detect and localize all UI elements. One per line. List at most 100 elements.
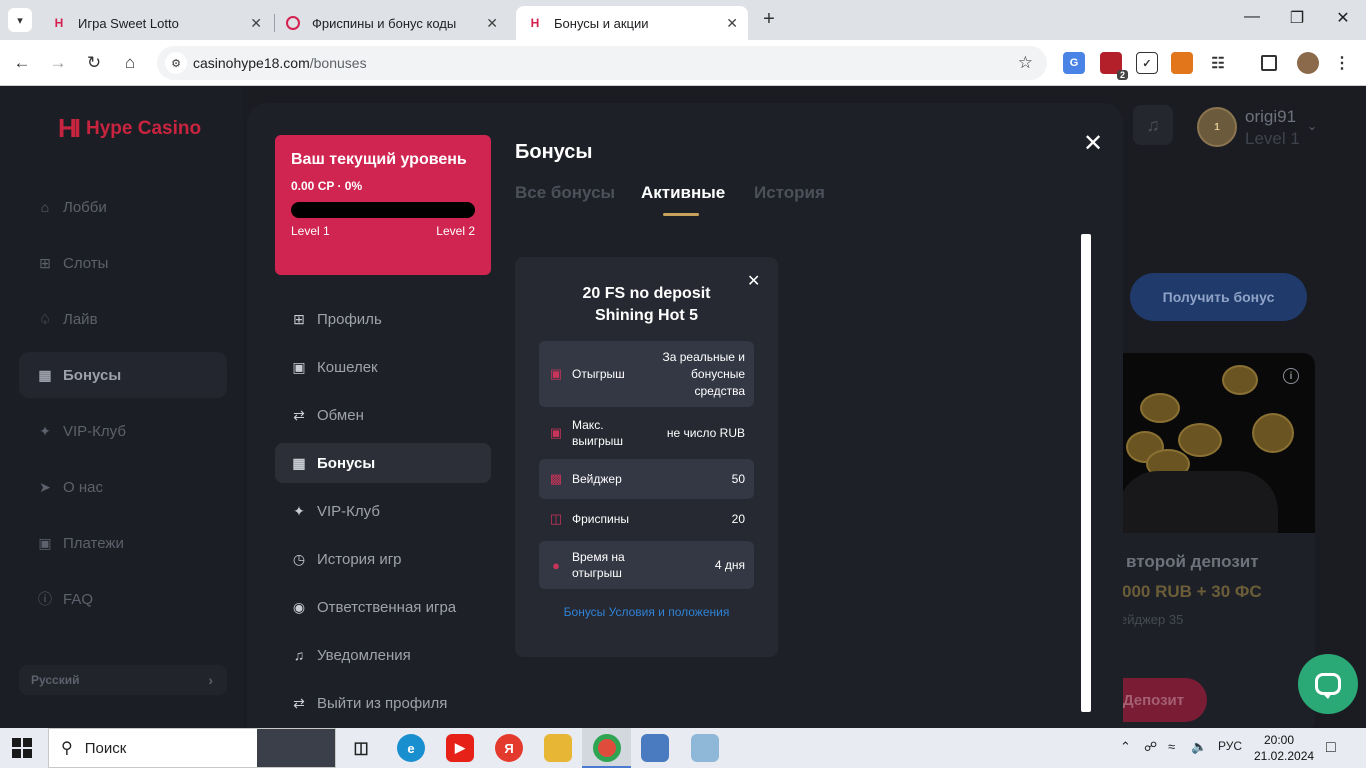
restore-button[interactable]: ❐ [1287, 8, 1307, 28]
browser-tab-freespins[interactable]: Фриспины и бонус коды ✕ [274, 6, 508, 40]
get-bonus-button[interactable]: Получить бонус [1130, 273, 1307, 321]
side-panel-icon[interactable] [1261, 55, 1277, 71]
sidebar-item-bonuses[interactable]: ▦ Бонусы [19, 352, 227, 398]
user-avatar[interactable]: 1 [1197, 107, 1237, 147]
active-tab-indicator [663, 213, 699, 216]
promo-card[interactable] [1112, 353, 1315, 728]
logo[interactable]: HI Hype Casino [58, 113, 201, 144]
hype-casino-favicon: H [530, 16, 540, 30]
chat-support-button[interactable] [1298, 654, 1358, 714]
bell-icon: ♫ [293, 647, 305, 663]
notification-center-icon[interactable]: □ [1326, 739, 1336, 757]
sidebar-item-slots[interactable]: ⊞ Слоты [19, 240, 227, 286]
menu-item-wallet[interactable]: ▣ Кошелек [275, 347, 491, 387]
menu-item-notifications[interactable]: ♫ Уведомления [275, 635, 491, 675]
sidebar-item-about[interactable]: ➤ О нас [19, 464, 227, 510]
menu-item-responsible-gaming[interactable]: ◉ Ответственная игра [275, 587, 491, 627]
remote-desktop-icon[interactable] [641, 734, 669, 762]
menu-item-exchange[interactable]: ⇄ Обмен [275, 395, 491, 435]
edge-browser-icon[interactable]: e [397, 734, 425, 762]
browser-tab-sweet-lotto[interactable]: H Игра Sweet Lotto ✕ [40, 6, 272, 40]
url-host: casinohype18.com [193, 55, 310, 71]
bonus-row-max-win: ▣ Макс. выигрыш не число RUB [539, 413, 754, 453]
sidebar-item-vip[interactable]: ✦ VIP-Клуб [19, 408, 227, 454]
yandex-icon[interactable]: Я [495, 734, 523, 762]
extensions-puzzle-icon[interactable]: ☷ [1207, 52, 1229, 74]
volume-icon[interactable]: 🔈 [1191, 739, 1207, 755]
tray-network-icon[interactable]: ☍ [1144, 739, 1157, 755]
close-tab-icon[interactable]: ✕ [250, 15, 262, 32]
sidebar: HI Hype Casino ⌂ Лобби ⊞ Слоты ♤ Лайв ▦ Бону… [0, 87, 243, 728]
windows-start-icon[interactable] [12, 738, 32, 758]
menu-item-label: Уведомления [317, 646, 411, 664]
level-progress-bar [291, 202, 475, 218]
chevron-down-icon[interactable]: ⌄ [1307, 119, 1317, 133]
menu-item-game-history[interactable]: ◷ История игр [275, 539, 491, 579]
system-clock[interactable]: 20:00 21.02.2024 [1254, 732, 1315, 764]
language-selector[interactable]: Русский › [19, 665, 227, 695]
back-button[interactable]: ← [10, 51, 34, 75]
scrollbar[interactable] [1081, 234, 1091, 712]
security-extension-icon[interactable]: 2 [1100, 52, 1128, 80]
bonus-row-wagering: ▣ Отыгрыш За реальные и бонусные средств… [539, 341, 754, 407]
sidebar-item-faq[interactable]: ⓘ FAQ [19, 576, 227, 622]
address-bar[interactable]: ⚙ casinohype18.com/bonuses ☆ [157, 46, 1047, 80]
close-window-button[interactable]: ✕ [1333, 8, 1353, 28]
menu-item-profile[interactable]: ⊞ Профиль [275, 299, 491, 339]
terms-link[interactable]: Бонусы Условия и положения [515, 605, 778, 619]
tab-search-button[interactable]: ▾ [8, 8, 32, 32]
row-label: Макс. выигрыш [572, 418, 624, 448]
metamask-fox-icon[interactable] [1171, 52, 1193, 74]
bookmark-star-icon[interactable]: ☆ [1018, 53, 1033, 73]
user-name[interactable]: origi91 [1245, 107, 1296, 127]
info-icon[interactable]: i [1283, 368, 1299, 384]
tab-all-bonuses[interactable]: Все бонусы [515, 183, 615, 203]
file-explorer-icon[interactable] [544, 734, 572, 762]
input-language[interactable]: РУС [1218, 739, 1242, 753]
notepad-icon[interactable] [691, 734, 719, 762]
menu-item-bonuses[interactable]: ▦ Бонусы [275, 443, 491, 483]
menu-item-label: История игр [317, 550, 402, 568]
browser-tab-bonuses[interactable]: H Бонусы и акции ✕ [516, 6, 748, 40]
freespin-icon: ◫ [549, 511, 563, 526]
coin-graphic [1178, 423, 1222, 457]
sidebar-item-payments[interactable]: ▣ Платежи [19, 520, 227, 566]
new-tab-button[interactable]: + [758, 8, 780, 31]
minimize-button[interactable]: — [1242, 8, 1262, 26]
taskbar-search[interactable]: ⚲ Поиск [48, 728, 336, 768]
tab-history[interactable]: История [754, 183, 825, 203]
row-label: Отыгрыш [572, 367, 625, 381]
browser-tab-strip: ▾ H Игра Sweet Lotto ✕ Фриспины и бонус … [0, 0, 1366, 40]
clock-icon: ◷ [292, 550, 306, 567]
wifi-icon[interactable]: ≈ [1168, 739, 1175, 754]
google-translate-extension-icon[interactable]: G [1063, 52, 1085, 74]
reload-button[interactable]: ↻ [82, 51, 106, 75]
task-view-icon[interactable]: ◫ [347, 734, 375, 762]
bonus-row-freespins: ◫ Фриспины 20 [539, 501, 754, 537]
tray-chevron-up-icon[interactable]: ⌃ [1120, 739, 1131, 755]
menu-item-vip[interactable]: ✦ VIP-Клуб [275, 491, 491, 531]
sidebar-item-lobby[interactable]: ⌂ Лобби [19, 184, 227, 230]
tab-active[interactable]: Активные [641, 183, 725, 203]
chrome-icon[interactable] [593, 734, 621, 762]
forward-button[interactable]: → [46, 51, 70, 75]
menu-item-logout[interactable]: ⇄ Выйти из профиля [275, 683, 491, 723]
menu-item-label: Обмен [317, 406, 364, 424]
close-tab-icon[interactable]: ✕ [486, 15, 498, 32]
clock-date: 21.02.2024 [1254, 749, 1315, 763]
home-button[interactable]: ⌂ [118, 51, 142, 75]
profile-avatar[interactable] [1297, 52, 1319, 74]
tab-title: Бонусы и акции [554, 15, 649, 31]
youtube-icon[interactable]: ▶ [446, 734, 474, 762]
row-label: Фриспины [572, 512, 629, 526]
notifications-bell-icon[interactable]: ♫ [1133, 105, 1173, 145]
search-placeholder: Поиск [84, 739, 127, 757]
shield-extension-icon[interactable]: ✓ [1136, 52, 1158, 74]
site-info-icon[interactable]: ⚙ [165, 52, 187, 74]
close-tab-icon[interactable]: ✕ [726, 15, 738, 32]
sidebar-item-live[interactable]: ♤ Лайв [19, 296, 227, 342]
chrome-menu-icon[interactable]: ⋮ [1331, 52, 1353, 74]
ticket-icon: ▦ [38, 366, 52, 383]
logo-text: Hype Casino [86, 117, 202, 139]
close-modal-icon[interactable]: ✕ [1083, 129, 1103, 158]
